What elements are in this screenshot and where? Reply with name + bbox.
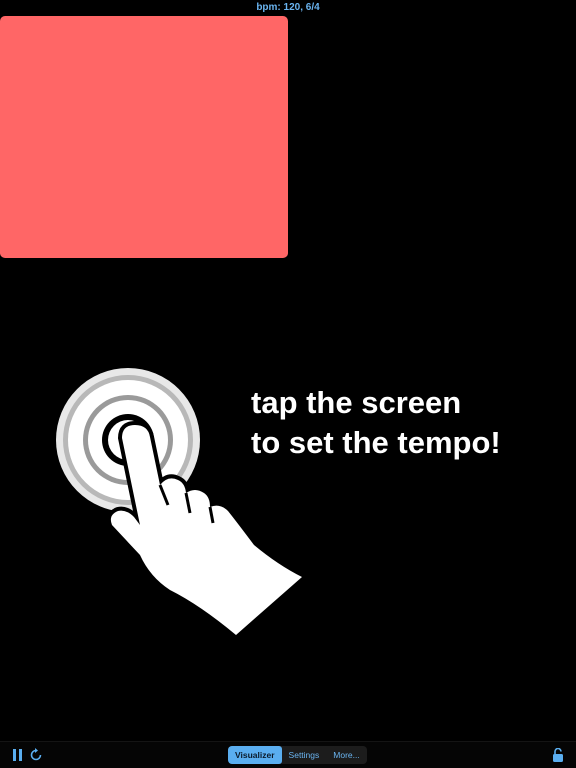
bottom-toolbar: Visualizer Settings More... — [0, 741, 576, 768]
pause-icon — [13, 749, 22, 761]
tab-visualizer[interactable]: Visualizer — [228, 746, 282, 764]
tap-tempo-hint: tap the screen to set the tempo! — [251, 383, 501, 463]
view-segmented-control: Visualizer Settings More... — [228, 746, 367, 764]
reset-button[interactable] — [27, 746, 45, 764]
tab-more[interactable]: More... — [326, 746, 366, 764]
metronome-screen[interactable]: bpm: 120, 6/4 tap the screen to set the … — [0, 0, 576, 768]
refresh-icon — [30, 748, 42, 761]
hint-line-2: to set the tempo! — [251, 425, 501, 460]
pause-button[interactable] — [9, 746, 27, 764]
lock-button[interactable] — [549, 746, 567, 764]
hint-line-1: tap the screen — [251, 385, 462, 420]
beat-indicator-square — [0, 16, 288, 258]
unlock-icon — [553, 748, 563, 762]
bpm-status: bpm: 120, 6/4 — [256, 2, 320, 13]
tab-settings[interactable]: Settings — [282, 746, 327, 764]
